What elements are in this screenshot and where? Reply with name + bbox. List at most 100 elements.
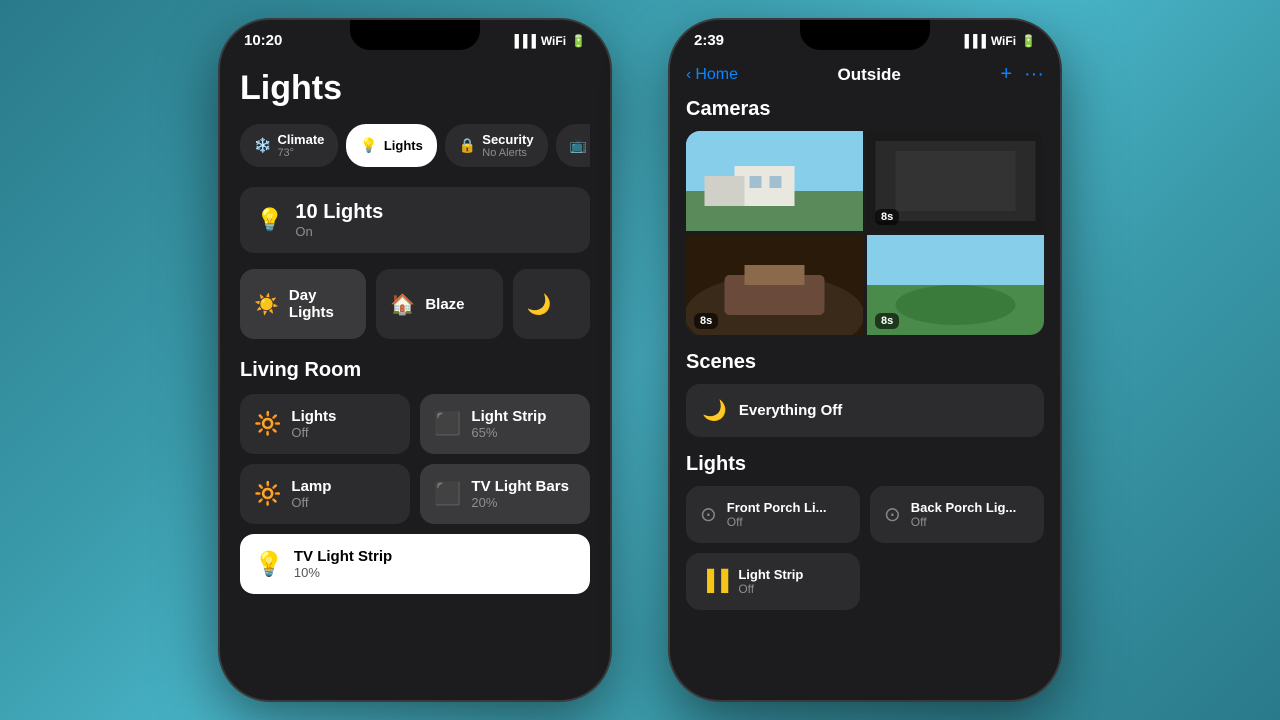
battery-icon-r: 🔋 <box>1021 34 1036 48</box>
cam3-badge: 8s <box>694 313 718 329</box>
lamp-status: Off <box>291 495 331 510</box>
front-porch-icon: ⊙ <box>700 502 717 527</box>
status-icons-left: ▐▐▐ WiFi 🔋 <box>510 34 586 48</box>
tv-strip-name: TV Light Strip <box>294 548 392 565</box>
security-sub: No Alerts <box>482 147 533 159</box>
wifi-icon-r: WiFi <box>991 34 1016 48</box>
day-lights-label: Day Lights <box>289 287 353 321</box>
cameras-title: Cameras <box>686 98 1044 121</box>
lights-tab-label: Lights <box>384 138 423 153</box>
notch-left <box>350 20 480 50</box>
nav-actions: + ··· <box>1000 63 1044 86</box>
lights-off-icon: 🌙 <box>527 292 552 317</box>
security-label: Security <box>482 132 533 147</box>
day-lights-icon: ☀️ <box>254 292 279 317</box>
status-icons-right: ▐▐▐ WiFi 🔋 <box>960 34 1036 48</box>
lights-title-right: Lights <box>686 453 1044 476</box>
device-light-strip[interactable]: ⬛ Light Strip 65% <box>420 394 590 454</box>
nav-back-btn[interactable]: ‹ Home <box>686 66 738 84</box>
lights-device-icon: 🔆 <box>254 411 281 437</box>
summary-text: 10 Lights On <box>295 201 383 239</box>
back-porch-status: Off <box>911 515 1016 529</box>
nav-title-outside: Outside <box>838 65 901 85</box>
tab-speaker[interactable]: 📺 Sp <box>556 124 590 167</box>
right-strip-name: Light Strip <box>738 567 803 582</box>
tv-strip-status: 10% <box>294 565 392 580</box>
blaze-icon: 🏠 <box>390 292 415 317</box>
summary-title: 10 Lights <box>295 201 383 224</box>
tv-bars-name: TV Light Bars <box>471 478 569 495</box>
scenes-section: Scenes 🌙 Everything Off <box>686 351 1044 437</box>
tab-climate[interactable]: ❄️ Climate 73° <box>240 124 338 167</box>
device-tv-light-bars[interactable]: ⬛ TV Light Bars 20% <box>420 464 590 524</box>
camera-4[interactable]: 8s <box>867 235 1044 335</box>
blaze-label: Blaze <box>425 296 464 313</box>
light-strip-name: Light Strip <box>471 408 546 425</box>
blaze-btn[interactable]: 🏠 Blaze <box>376 269 502 339</box>
lights-tab-icon: 💡 <box>360 137 377 154</box>
climate-sub: 73° <box>277 147 324 159</box>
cameras-section: Cameras <box>686 98 1044 335</box>
front-porch-card[interactable]: ⊙ Front Porch Li... Off <box>686 486 860 543</box>
everything-off-label: Everything Off <box>739 402 842 419</box>
camera-1[interactable] <box>686 131 863 231</box>
add-icon[interactable]: + <box>1000 63 1012 86</box>
tab-bar-left: ❄️ Climate 73° 💡 Lights 🔒 Security No Al… <box>240 124 590 167</box>
tv-bars-icon: ⬛ <box>434 481 461 507</box>
camera-3[interactable]: 8s <box>686 235 863 335</box>
climate-icon: ❄️ <box>254 137 271 154</box>
device-lamp[interactable]: 🔆 Lamp Off <box>240 464 410 524</box>
climate-label: Climate <box>277 132 324 147</box>
summary-bulb-icon: 💡 <box>256 207 283 233</box>
back-porch-name: Back Porch Lig... <box>911 500 1016 515</box>
lights-device-status: Off <box>291 425 336 440</box>
notch-right <box>800 20 930 50</box>
device-tv-light-strip[interactable]: 💡 TV Light Strip 10% <box>240 534 590 594</box>
lights-grid-right: ⊙ Front Porch Li... Off ⊙ Back Porch Lig… <box>686 486 1044 543</box>
camera-2[interactable]: 8s <box>867 131 1044 231</box>
time-left: 10:20 <box>244 32 282 49</box>
scenes-title: Scenes <box>686 351 1044 374</box>
everything-off-card[interactable]: 🌙 Everything Off <box>686 384 1044 437</box>
page-title-left: Lights <box>240 69 590 108</box>
summary-status: On <box>295 224 383 239</box>
lights-summary[interactable]: 💡 10 Lights On <box>240 187 590 253</box>
scene-row: ☀️ Day Lights 🏠 Blaze 🌙 <box>240 269 590 339</box>
lamp-icon: 🔆 <box>254 481 281 507</box>
speaker-icon: 📺 <box>570 137 587 154</box>
device-grid: 🔆 Lights Off ⬛ Light Strip 65% <box>240 394 590 524</box>
left-phone-content: Lights ❄️ Climate 73° 💡 Lights 🔒 Securit… <box>220 53 610 689</box>
cam2-badge: 8s <box>875 209 899 225</box>
everything-off-icon: 🌙 <box>702 398 727 423</box>
more-icon[interactable]: ··· <box>1024 63 1044 86</box>
front-porch-name: Front Porch Li... <box>727 500 827 515</box>
back-porch-card[interactable]: ⊙ Back Porch Lig... Off <box>870 486 1044 543</box>
device-lights[interactable]: 🔆 Lights Off <box>240 394 410 454</box>
tab-security[interactable]: 🔒 Security No Alerts <box>445 124 548 167</box>
front-porch-status: Off <box>727 515 827 529</box>
battery-icon: 🔋 <box>571 34 586 48</box>
security-icon: 🔒 <box>459 137 476 154</box>
tv-bars-status: 20% <box>471 495 569 510</box>
right-phone: 2:39 ▐▐▐ WiFi 🔋 ‹ Home Outside + ··· Cam… <box>670 20 1060 700</box>
light-strip-status: 65% <box>471 425 546 440</box>
signal-icon: ▐▐▐ <box>510 34 536 48</box>
tv-strip-icon: 💡 <box>254 550 284 579</box>
day-lights-btn[interactable]: ☀️ Day Lights <box>240 269 366 339</box>
nav-back-label: Home <box>695 66 738 84</box>
lights-off-btn[interactable]: 🌙 <box>513 269 590 339</box>
back-chevron-icon: ‹ <box>686 66 691 84</box>
nav-bar-right: ‹ Home Outside + ··· <box>686 57 1044 98</box>
cam4-badge: 8s <box>875 313 899 329</box>
lamp-name: Lamp <box>291 478 331 495</box>
back-porch-icon: ⊙ <box>884 502 901 527</box>
tab-lights[interactable]: 💡 Lights <box>346 124 436 167</box>
lights-section-right: Lights ⊙ Front Porch Li... Off ⊙ Back Po… <box>686 453 1044 610</box>
right-strip-status: Off <box>738 582 803 596</box>
camera-grid: 8s 8s 8s <box>686 131 1044 335</box>
right-strip-icon: ▐▐ <box>700 570 728 593</box>
lights-device-name: Lights <box>291 408 336 425</box>
left-phone: 10:20 ▐▐▐ WiFi 🔋 Lights ❄️ Climate 73° 💡… <box>220 20 610 700</box>
right-phone-content: ‹ Home Outside + ··· Cameras <box>670 53 1060 689</box>
right-light-strip-card[interactable]: ▐▐ Light Strip Off <box>686 553 860 610</box>
